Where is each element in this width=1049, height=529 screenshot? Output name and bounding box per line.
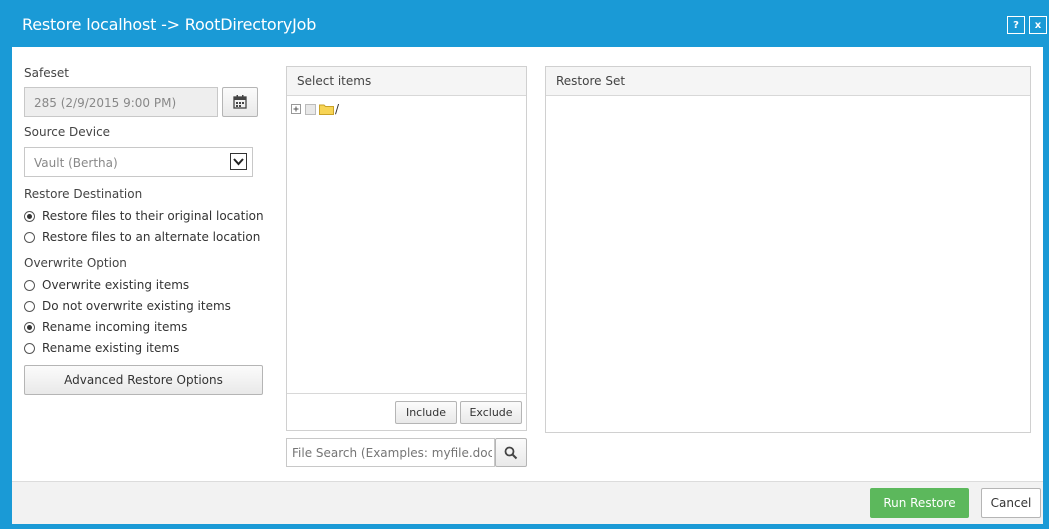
restore-set-header: Restore Set [546,67,1030,96]
radio-label: Restore files to an alternate location [42,230,261,244]
run-restore-button[interactable]: Run Restore [870,488,969,518]
radio-alternate-location[interactable]: Restore files to an alternate location [24,229,260,245]
dialog-footer: Run Restore Cancel [12,481,1043,524]
radio-overwrite-existing[interactable]: Overwrite existing items [24,277,189,293]
select-items-header: Select items [287,67,526,96]
radio-button[interactable] [24,342,35,354]
radio-button[interactable] [24,279,35,291]
radio-do-not-overwrite[interactable]: Do not overwrite existing items [24,298,231,314]
window-frame-left [0,47,12,529]
source-device-label: Source Device [24,125,111,139]
radio-button[interactable] [24,300,35,312]
chevron-down-icon[interactable] [230,153,247,170]
advanced-restore-options-button[interactable]: Advanced Restore Options [24,365,263,395]
restore-destination-label: Restore Destination [24,187,143,201]
radio-label: Rename incoming items [42,320,188,334]
radio-original-location[interactable]: Restore files to their original location [24,208,264,224]
source-device-select[interactable]: Vault (Bertha) [24,147,253,177]
radio-rename-existing[interactable]: Rename existing items [24,340,179,356]
exclude-button[interactable]: Exclude [460,401,522,424]
tree-root-node[interactable]: / [291,101,339,117]
radio-label: Overwrite existing items [42,278,190,292]
tree-root-label: / [335,102,340,116]
close-button[interactable]: x [1029,16,1047,34]
safeset-value: 285 (2/9/2015 9:00 PM) [34,96,177,110]
calendar-icon [233,95,247,109]
include-button[interactable]: Include [395,401,457,424]
search-icon [504,446,518,460]
radio-rename-incoming[interactable]: Rename incoming items [24,319,187,335]
radio-button[interactable] [24,210,35,222]
window-frame-right [1043,47,1049,529]
restore-set-panel: Restore Set [545,66,1031,433]
cancel-button[interactable]: Cancel [981,488,1041,518]
expand-icon[interactable] [291,104,301,114]
search-button[interactable] [495,438,527,467]
source-device-value: Vault (Bertha) [34,156,118,170]
file-search-input[interactable] [292,439,492,466]
overwrite-option-label: Overwrite Option [24,256,127,270]
select-items-panel: Select items / Include Exclude [286,66,527,431]
tree-checkbox[interactable] [305,103,316,115]
folder-icon [319,104,334,115]
radio-label: Rename existing items [42,341,180,355]
radio-label: Restore files to their original location [42,209,264,223]
safeset-field[interactable]: 285 (2/9/2015 9:00 PM) [24,87,218,117]
divider [287,393,526,394]
file-search-field[interactable] [286,438,495,467]
radio-button[interactable] [24,321,35,333]
calendar-button[interactable] [222,87,258,117]
window-title: Restore localhost -> RootDirectoryJob [22,15,317,34]
radio-label: Do not overwrite existing items [42,299,231,313]
radio-button[interactable] [24,231,35,243]
help-button[interactable]: ? [1007,16,1025,34]
safeset-label: Safeset [24,66,69,80]
title-bar: Restore localhost -> RootDirectoryJob ? … [0,0,1049,47]
